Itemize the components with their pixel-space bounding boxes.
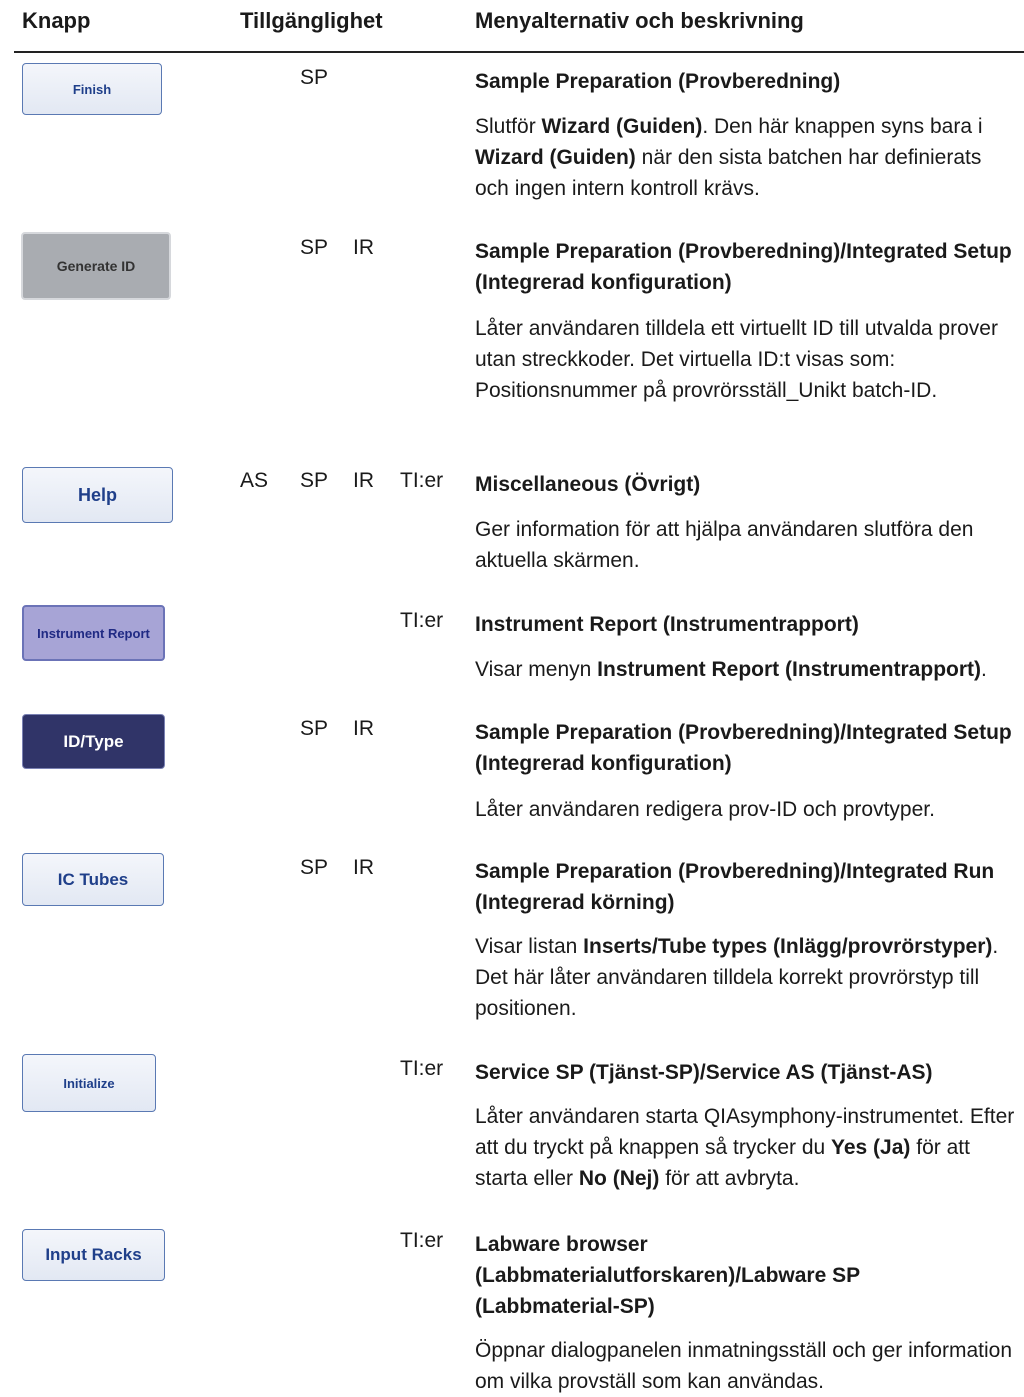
initialize-button-label: Initialize (63, 1075, 115, 1091)
availability-ir: IR (353, 236, 374, 259)
menu-title: Sample Preparation (Provberedning)/Integ… (475, 721, 1012, 775)
availability-ti: TI:er (400, 1057, 444, 1080)
availability-ir: IR (353, 717, 374, 740)
availability-ti: TI:er (400, 469, 444, 492)
column-header-tillganglighet: Tillgänglighet (240, 8, 383, 33)
menu-description: Låter användaren redigera prov-ID och pr… (475, 798, 935, 821)
header-rule (14, 51, 1024, 53)
availability-sp: SP (300, 469, 329, 492)
availability-ti: TI:er (400, 609, 444, 632)
availability-ir: IR (353, 469, 374, 492)
menu-description: Låter användaren starta QIAsymphony-inst… (475, 1105, 1015, 1190)
input-racks-button-label: Input Racks (45, 1245, 142, 1264)
instrument-report-button-label: Instrument Report (37, 625, 150, 641)
generate-id-button[interactable]: Generate ID (21, 232, 171, 300)
menu-title: Instrument Report (Instrumentrapport) (475, 613, 859, 636)
ic-tubes-button[interactable]: IC Tubes (22, 853, 164, 906)
menu-description: Visar listan Inserts/Tube types (Inlägg/… (475, 935, 999, 1020)
ic-tubes-button-label: IC Tubes (57, 869, 129, 889)
availability-ir: IR (353, 856, 374, 879)
initialize-button[interactable]: Initialize (22, 1054, 156, 1112)
input-racks-button[interactable]: Input Racks (22, 1229, 165, 1281)
menu-description: Öppnar dialogpanelen inmatningsställ och… (475, 1339, 1012, 1393)
column-header-knapp: Knapp (22, 8, 91, 33)
menu-description: Slutför Wizard (Guiden). Den här knappen… (475, 115, 983, 200)
availability-sp: SP (300, 717, 329, 740)
generate-id-button-label: Generate ID (56, 258, 136, 274)
finish-button[interactable]: Finish (22, 63, 162, 115)
column-header-menyalternativ: Menyalternativ och beskrivning (475, 8, 804, 33)
menu-title: Sample Preparation (Provberedning) (475, 70, 841, 93)
availability-ti: TI:er (400, 1229, 444, 1252)
menu-title: Labware browser (Labbmaterialutforskaren… (475, 1233, 860, 1318)
menu-title: Sample Preparation (Provberedning)/Integ… (475, 860, 995, 914)
finish-button-label: Finish (72, 81, 112, 97)
instrument-report-button[interactable]: Instrument Report (22, 605, 165, 661)
id-type-button[interactable]: ID/Type (22, 714, 165, 769)
availability-as: AS (240, 469, 269, 492)
menu-description: Låter användaren tilldela ett virtuellt … (475, 317, 998, 402)
availability-sp: SP (300, 856, 329, 879)
help-button-label: Help (77, 484, 117, 505)
menu-description: Visar menyn Instrument Report (Instrumen… (475, 658, 987, 681)
id-type-button-label: ID/Type (63, 731, 124, 751)
help-button[interactable]: Help (22, 467, 173, 523)
menu-title: Sample Preparation (Provberedning)/Integ… (475, 240, 1012, 294)
availability-sp: SP (300, 236, 329, 259)
menu-title: Miscellaneous (Övrigt) (475, 473, 701, 496)
menu-title: Service SP (Tjänst-SP)/Service AS (Tjäns… (475, 1061, 933, 1084)
menu-description: Ger information för att hjälpa användare… (475, 518, 974, 572)
availability-sp: SP (300, 66, 329, 89)
